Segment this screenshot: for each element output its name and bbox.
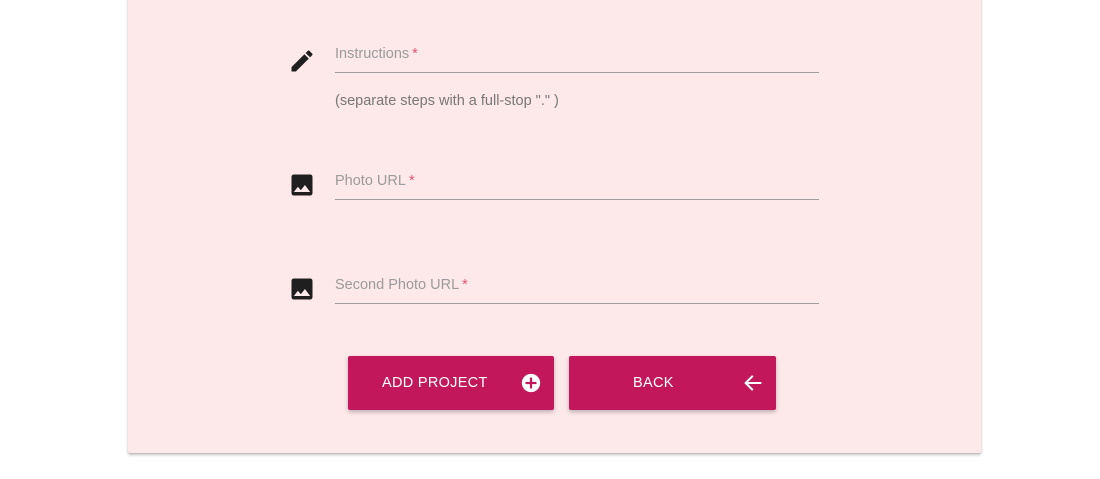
pencil-icon — [288, 47, 316, 75]
photo-url-input[interactable]: Photo URL * — [335, 169, 819, 200]
add-project-button[interactable]: ADD PROJECT — [348, 356, 554, 410]
image-icon — [288, 171, 316, 199]
back-label: BACK — [633, 375, 674, 391]
required-mark: * — [462, 277, 468, 293]
form-card: Instructions * (separate steps with a ful… — [128, 0, 981, 453]
required-mark: * — [412, 46, 418, 62]
instructions-label: Instructions * — [335, 46, 418, 62]
arrow-left-icon — [742, 372, 764, 394]
instructions-field: Instructions * (separate steps with a ful… — [288, 42, 819, 112]
add-project-label: ADD PROJECT — [382, 375, 488, 391]
image-icon — [288, 275, 316, 303]
instructions-helper-text: (separate steps with a full-stop "." ) — [335, 93, 559, 109]
second-photo-url-label: Second Photo URL * — [335, 277, 468, 293]
required-mark: * — [408, 173, 415, 189]
second-photo-url-input[interactable]: Second Photo URL * — [335, 273, 819, 304]
back-button[interactable]: BACK — [569, 356, 776, 410]
photo-url-field: Photo URL * — [288, 170, 819, 210]
photo-url-label: Photo URL * — [335, 173, 415, 189]
instructions-input[interactable]: Instructions * — [335, 42, 819, 73]
add-circle-icon — [520, 372, 542, 394]
second-photo-url-field: Second Photo URL * — [288, 274, 819, 314]
